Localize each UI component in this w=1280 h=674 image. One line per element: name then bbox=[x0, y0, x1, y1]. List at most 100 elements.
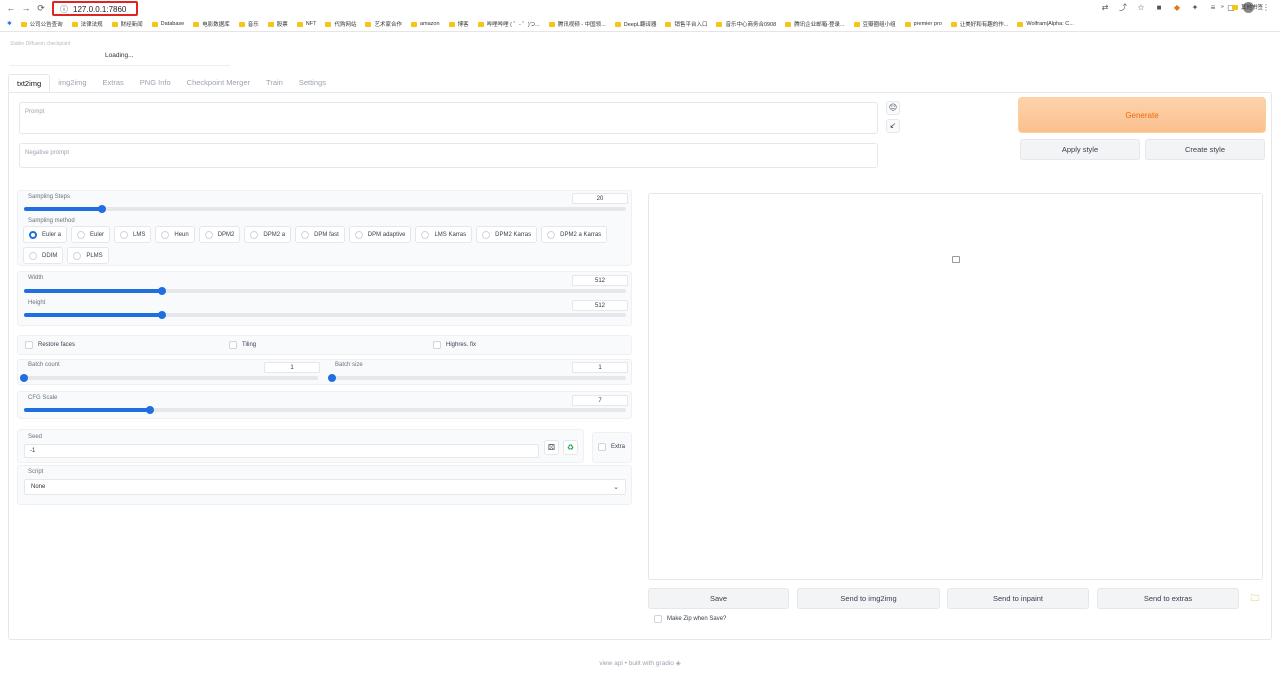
extra-seed-checkbox[interactable]: Extra bbox=[598, 443, 625, 451]
tab-png-info[interactable]: PNG Info bbox=[132, 74, 179, 92]
bookmark-star-icon[interactable]: ☆ bbox=[1135, 2, 1147, 14]
tab-txt2img[interactable]: txt2img bbox=[8, 74, 51, 92]
forward-icon[interactable]: → bbox=[20, 3, 32, 14]
sampling-method-option[interactable]: DPM2 a Karras bbox=[541, 226, 608, 243]
sampling-method-option[interactable]: DPM adaptive bbox=[348, 226, 412, 243]
bookmark-item[interactable]: Database bbox=[151, 21, 184, 27]
sampling-method-option[interactable]: Heun bbox=[155, 226, 195, 243]
radio-dot[interactable] bbox=[250, 230, 259, 239]
bookmark-item[interactable]: 销售平台入口 bbox=[665, 20, 707, 28]
tiling-box[interactable] bbox=[229, 341, 237, 349]
create-style-button[interactable]: Create style bbox=[1145, 139, 1265, 160]
radio-dot[interactable] bbox=[29, 251, 37, 260]
bookmark-item[interactable]: 腾讯视频 - 中国领... bbox=[548, 20, 606, 28]
seed-input[interactable]: -1 bbox=[24, 444, 539, 458]
bookmark-item[interactable]: 公司公告查询 bbox=[20, 20, 63, 28]
view-api-link[interactable]: view api bbox=[599, 660, 622, 667]
share-icon[interactable]: ⤴ bbox=[1117, 2, 1129, 14]
radio-dot[interactable] bbox=[421, 230, 430, 239]
tab-checkpoint-merger[interactable]: Checkpoint Merger bbox=[179, 74, 258, 92]
sampling-method-option[interactable]: DPM2 a bbox=[244, 226, 292, 243]
restore-faces-checkbox[interactable]: Restore faces bbox=[25, 341, 75, 349]
bookmark-item[interactable]: amazon bbox=[410, 21, 440, 27]
bookmark-item[interactable]: 股票 bbox=[267, 20, 288, 28]
interrogate-icon[interactable]: 😐 bbox=[886, 101, 900, 115]
send-to-extras-button[interactable]: Send to extras bbox=[1097, 588, 1239, 609]
bookmark-item[interactable]: 音乐 bbox=[238, 20, 259, 28]
sampling-method-option[interactable]: LMS bbox=[114, 226, 152, 243]
height-slider[interactable] bbox=[24, 311, 626, 319]
bookmark-item[interactable]: 博客 bbox=[448, 20, 469, 28]
bookmark-item[interactable]: NFT bbox=[296, 21, 316, 27]
checkpoint-dropdown[interactable]: Stable Diffusion checkpoint Loading... bbox=[10, 40, 230, 66]
sampling-method-option[interactable]: LMS Karras bbox=[415, 226, 473, 243]
more-bookmarks-icon[interactable]: » bbox=[1221, 4, 1224, 10]
restore-faces-box[interactable] bbox=[25, 341, 33, 349]
radio-dot[interactable] bbox=[204, 230, 213, 239]
apps-icon[interactable]: ✱ bbox=[7, 21, 12, 27]
bookmark-item[interactable]: 电影数据库 bbox=[193, 20, 230, 28]
bookmark-item[interactable]: 腾讯企业邮箱-登录... bbox=[785, 20, 845, 28]
sampling-steps-number[interactable]: 20 bbox=[572, 193, 628, 204]
negative-prompt-input[interactable]: Negative prompt bbox=[19, 143, 878, 168]
radio-dot[interactable] bbox=[29, 230, 37, 239]
sampling-method-option[interactable]: PLMS bbox=[67, 247, 109, 264]
bookmark-item[interactable]: DeepL翻译器 bbox=[614, 20, 656, 28]
apply-style-button[interactable]: Apply style bbox=[1020, 139, 1140, 160]
width-number[interactable]: 512 bbox=[572, 275, 628, 286]
radio-dot[interactable] bbox=[482, 230, 491, 239]
cfg-scale-number[interactable]: 7 bbox=[572, 395, 628, 406]
batch-size-number[interactable]: 1 bbox=[572, 362, 628, 373]
tab-train[interactable]: Train bbox=[258, 74, 291, 92]
bookmark-item[interactable]: 音乐中心商务合0908 bbox=[716, 20, 776, 28]
width-slider[interactable] bbox=[24, 287, 626, 295]
make-zip-box[interactable] bbox=[654, 615, 662, 623]
sampling-method-option[interactable]: Euler bbox=[71, 226, 111, 243]
extension-fox-icon[interactable]: ◆ bbox=[1171, 2, 1183, 14]
reload-icon[interactable]: ⟳ bbox=[35, 3, 47, 14]
reuse-seed-recycle-icon[interactable]: ♻ bbox=[563, 440, 578, 455]
extension-icon[interactable]: ■ bbox=[1153, 2, 1165, 14]
bookmark-item[interactable]: 哔哩哔哩 ( ゜- ゜)つ... bbox=[477, 20, 540, 28]
built-with-gradio-link[interactable]: built with gradio bbox=[629, 660, 674, 667]
radio-dot[interactable] bbox=[120, 230, 129, 239]
site-info-icon[interactable]: ⓘ bbox=[60, 4, 68, 15]
radio-dot[interactable] bbox=[77, 230, 86, 239]
bookmark-item[interactable]: 代购网站 bbox=[325, 20, 356, 28]
sampling-method-option[interactable]: Euler a bbox=[23, 226, 68, 243]
bookmark-item[interactable]: 法律法规 bbox=[71, 20, 103, 28]
bookmark-item[interactable]: 豆瓣圈组小组 bbox=[853, 20, 896, 28]
sampling-steps-slider[interactable] bbox=[24, 205, 626, 213]
slider-thumb[interactable] bbox=[20, 374, 28, 382]
sampling-method-option[interactable]: DDIM bbox=[23, 247, 64, 264]
bookmark-item[interactable]: 艺术家合作 bbox=[365, 20, 402, 28]
height-number[interactable]: 512 bbox=[572, 300, 628, 311]
tiling-checkbox[interactable]: Tiling bbox=[229, 341, 256, 349]
radio-dot[interactable] bbox=[301, 230, 310, 239]
reading-list-icon[interactable]: ≡ bbox=[1207, 2, 1219, 14]
address-bar[interactable]: ⓘ 127.0.0.1:7860 bbox=[52, 1, 138, 16]
sampling-method-option[interactable]: DPM2 Karras bbox=[476, 226, 538, 243]
radio-dot[interactable] bbox=[161, 230, 170, 239]
other-bookmarks[interactable]: 其他书签 bbox=[1231, 3, 1263, 11]
batch-count-number[interactable]: 1 bbox=[264, 362, 320, 373]
send-to-inpaint-button[interactable]: Send to inpaint bbox=[947, 588, 1089, 609]
send-to-img2img-button[interactable]: Send to img2img bbox=[797, 588, 940, 609]
sampling-method-option[interactable]: DPM2 bbox=[198, 226, 241, 243]
translate-icon[interactable]: ⇄ bbox=[1099, 2, 1111, 14]
slider-thumb[interactable] bbox=[328, 374, 336, 382]
highres-fix-checkbox[interactable]: Highres. fix bbox=[433, 341, 476, 349]
bookmark-item[interactable]: premier pro bbox=[904, 21, 942, 27]
back-icon[interactable]: ← bbox=[5, 3, 17, 14]
open-folder-icon[interactable]: 🗀 bbox=[1246, 588, 1264, 609]
save-button[interactable]: Save bbox=[648, 588, 789, 609]
radio-dot[interactable] bbox=[354, 230, 363, 239]
generate-button[interactable]: Generate bbox=[1018, 97, 1266, 133]
bookmark-item[interactable]: 财经新闻 bbox=[111, 20, 143, 28]
extra-seed-box[interactable] bbox=[598, 443, 606, 451]
tab-settings[interactable]: Settings bbox=[291, 74, 334, 92]
radio-dot[interactable] bbox=[73, 251, 82, 260]
make-zip-checkbox[interactable]: Make Zip when Save? bbox=[654, 615, 726, 623]
prompt-input[interactable]: Prompt bbox=[19, 102, 878, 134]
paste-params-icon[interactable]: ↙ bbox=[886, 119, 900, 133]
